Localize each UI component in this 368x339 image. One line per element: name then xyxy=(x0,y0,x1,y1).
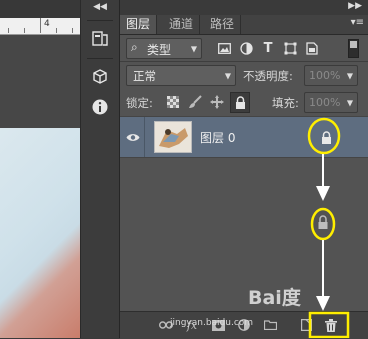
arrow-head-down xyxy=(316,186,330,201)
dragged-lock-icon xyxy=(318,215,328,229)
tutorial-annotation-overlay xyxy=(307,117,350,338)
highlight-box-trash xyxy=(308,311,350,338)
arrow-head-down xyxy=(316,296,330,311)
highlight-circle-layer-lock xyxy=(307,117,341,155)
